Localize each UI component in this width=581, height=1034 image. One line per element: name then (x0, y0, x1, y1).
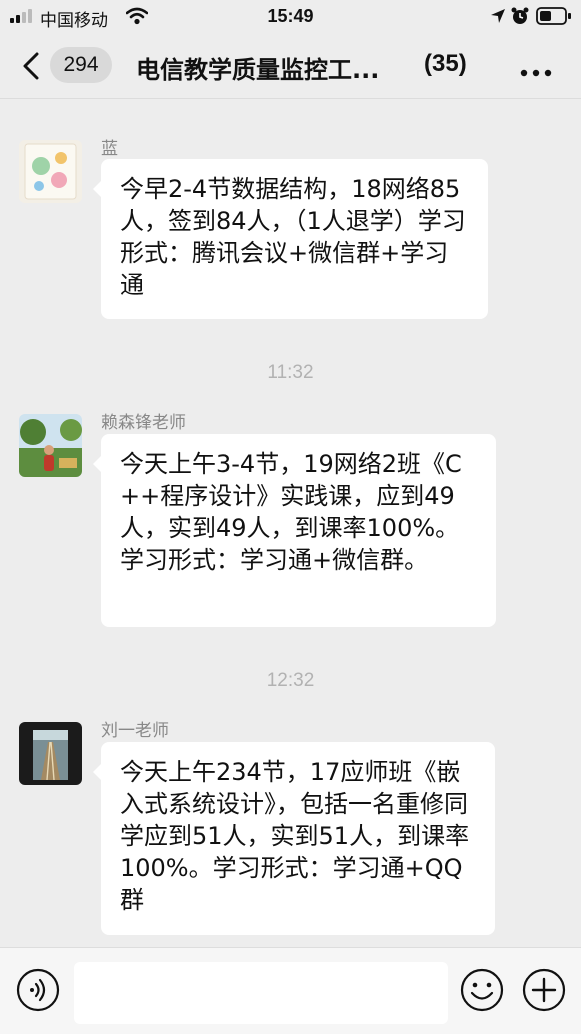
message-timestamp: 11:32 (267, 362, 314, 383)
plus-icon[interactable] (522, 968, 566, 1016)
alarm-icon (510, 6, 530, 31)
message-bubble[interactable]: 今天上午3-4节，19网络2班《C++程序设计》实践课，应到49人，实到49人，… (93, 434, 496, 627)
emoji-icon[interactable] (460, 968, 504, 1016)
avatar[interactable] (19, 140, 82, 203)
avatar[interactable] (19, 722, 82, 785)
message-timestamp: 12:32 (266, 670, 315, 691)
message-list[interactable]: 蓝 今早2-4节数据结构，18网络85人，签到84人，（1人退学）学习形式：腾讯… (0, 99, 581, 947)
voice-icon[interactable] (16, 968, 60, 1016)
member-count: (35) (424, 50, 467, 77)
sender-name: 蓝 (101, 139, 118, 159)
chat-header: 294 电信教学质量监控工... (35) (0, 34, 581, 99)
avatar[interactable] (19, 414, 82, 477)
location-icon (490, 8, 506, 29)
sender-name: 赖森锋老师 (101, 413, 186, 433)
chat-title: 电信教学质量监控工... (136, 56, 380, 84)
battery-icon (536, 7, 572, 30)
status-bar: 中国移动 15:49 (0, 0, 581, 34)
input-bar (0, 947, 581, 1034)
unread-count-badge[interactable]: 294 (50, 47, 112, 83)
message-bubble[interactable]: 今早2-4节数据结构，18网络85人，签到84人，（1人退学）学习形式：腾讯会议… (93, 159, 488, 319)
more-dots-icon[interactable] (520, 62, 552, 81)
message-input[interactable] (74, 962, 448, 1024)
back-chevron-icon[interactable] (22, 52, 40, 84)
message-bubble[interactable]: 今天上午234节，17应师班《嵌入式系统设计》，包括一名重修同学应到51人，实到… (93, 742, 495, 935)
sender-name: 刘一老师 (101, 721, 169, 741)
